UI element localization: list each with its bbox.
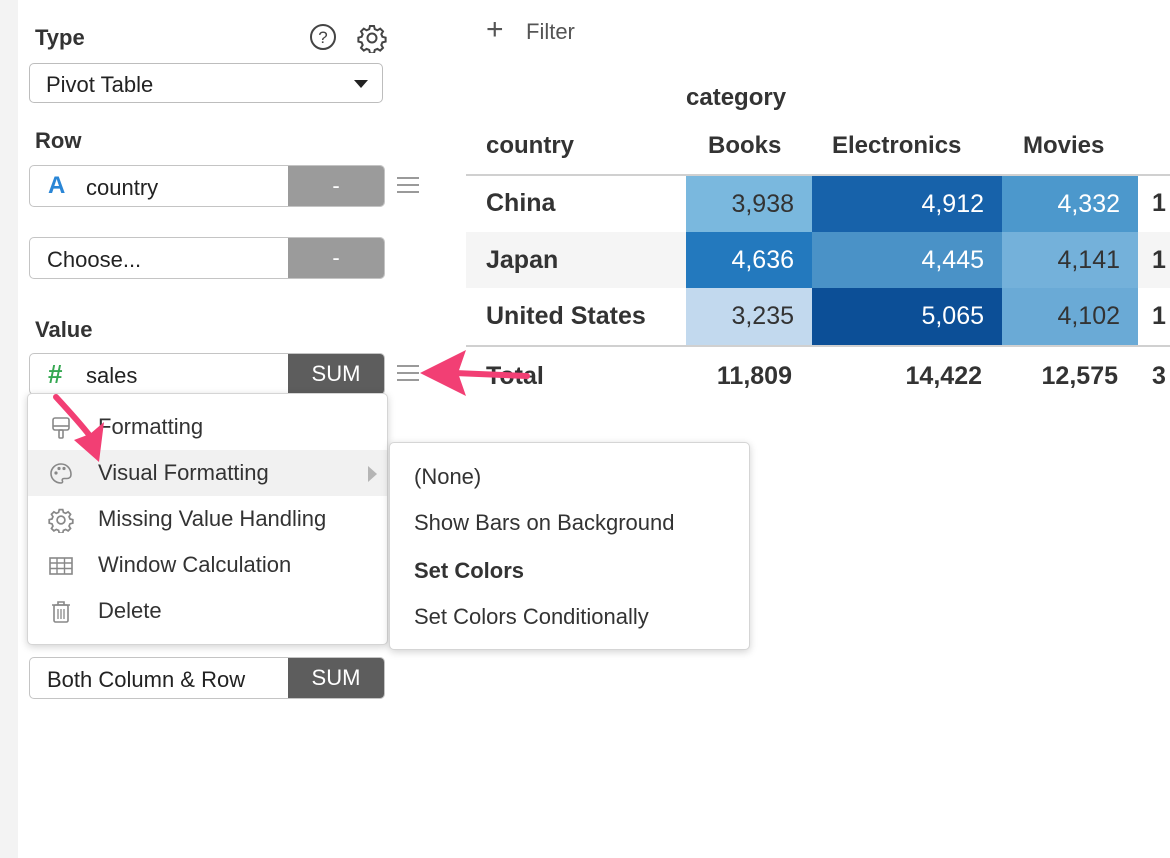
- plus-icon: +: [486, 13, 504, 46]
- menu-item-missing-value-handling[interactable]: Missing Value Handling: [28, 496, 387, 542]
- svg-text:?: ?: [318, 28, 327, 47]
- settings-gear-icon[interactable]: [357, 23, 387, 53]
- table-cell: 4,102: [1002, 288, 1138, 345]
- table-cell: 4,912: [812, 176, 1002, 232]
- aggregation-button[interactable]: SUM: [288, 354, 384, 394]
- menu-item-label: Missing Value Handling: [98, 506, 327, 531]
- pivot-table: category country Books Electronics Movie…: [466, 80, 1170, 420]
- submenu-arrow-icon: [368, 466, 377, 482]
- value-field-sales[interactable]: # sales SUM: [29, 353, 385, 395]
- row-field-menu-icon[interactable]: [397, 177, 419, 195]
- total-field-label: Both Column & Row: [47, 667, 246, 692]
- table-cell: 3,938: [686, 176, 812, 232]
- row-label: United States: [486, 302, 646, 330]
- menu-item-visual-formatting[interactable]: Visual Formatting: [28, 450, 387, 496]
- submenu-item-show-bars[interactable]: Show Bars on Background: [414, 510, 675, 536]
- submenu-item-set-colors[interactable]: Set Colors: [414, 558, 524, 584]
- row-field-country[interactable]: A country -: [29, 165, 385, 207]
- total-divider: [466, 345, 1170, 347]
- submenu-item-none[interactable]: (None): [414, 464, 481, 490]
- table-cell: 3,235: [686, 288, 812, 345]
- menu-item-window-calculation[interactable]: Window Calculation: [28, 542, 387, 588]
- row-header: country: [486, 132, 575, 159]
- left-edge-strip: [0, 0, 18, 858]
- table-cell: 5,065: [812, 288, 1002, 345]
- filter-label: Filter: [526, 19, 575, 44]
- column-header-electronics: Electronics: [832, 132, 962, 159]
- table-icon: [49, 557, 73, 575]
- table-cell: 4,445: [812, 232, 1002, 288]
- column-group-header: category: [686, 84, 787, 111]
- menu-item-delete[interactable]: Delete: [28, 588, 387, 634]
- overflow-glyph: 1: [1152, 246, 1166, 274]
- submenu-item-set-colors-conditionally[interactable]: Set Colors Conditionally: [414, 604, 649, 630]
- text-type-icon: A: [48, 172, 66, 199]
- total-movies: 12,575: [1041, 362, 1118, 390]
- total-electronics: 14,422: [905, 362, 982, 390]
- column-header-books: Books: [708, 132, 782, 159]
- column-header-movies: Movies: [1023, 132, 1105, 159]
- row-label: Japan: [486, 246, 559, 274]
- paintbrush-icon: [52, 417, 70, 439]
- overflow-glyph: 3: [1152, 362, 1166, 390]
- menu-item-formatting[interactable]: Formatting: [28, 404, 387, 450]
- value-field-label: sales: [86, 363, 138, 388]
- row-choose-label: Choose...: [47, 247, 142, 272]
- overflow-glyph: 1: [1152, 302, 1166, 330]
- remove-row-field-button[interactable]: -: [288, 166, 384, 206]
- total-field[interactable]: Both Column & Row SUM: [29, 657, 385, 699]
- total-label: Total: [486, 362, 544, 390]
- gear-icon: [48, 508, 74, 533]
- trash-icon: [52, 601, 70, 623]
- row-choose-field[interactable]: Choose... -: [29, 237, 385, 279]
- table-cell: 4,636: [686, 232, 812, 288]
- overflow-glyph: 1: [1152, 189, 1166, 217]
- chevron-down-icon: [354, 80, 368, 88]
- value-field-menu-icon[interactable]: [397, 365, 419, 383]
- menu-item-label: Formatting: [98, 414, 204, 439]
- table-cell: 4,332: [1002, 176, 1138, 232]
- menu-item-label: Window Calculation: [98, 552, 292, 577]
- row-label: China: [486, 189, 556, 217]
- chart-type-select[interactable]: Pivot Table: [29, 63, 383, 103]
- help-icon[interactable]: ?: [309, 23, 337, 51]
- table-cell: 4,141: [1002, 232, 1138, 288]
- row-title: Row: [35, 128, 82, 153]
- palette-icon: [50, 463, 72, 484]
- value-title: Value: [35, 317, 93, 342]
- visual-formatting-submenu: (None) Show Bars on Background Set Color…: [389, 442, 750, 650]
- row-field-label: country: [86, 175, 159, 200]
- total-aggregation-button[interactable]: SUM: [288, 658, 384, 698]
- menu-item-label: Visual Formatting: [98, 460, 269, 485]
- number-type-icon: #: [48, 359, 63, 389]
- value-field-context-menu: Formatting Visual Formatting Missing Val…: [27, 393, 388, 645]
- remove-row-choose-button[interactable]: -: [288, 238, 384, 278]
- type-title: Type: [35, 25, 85, 50]
- menu-item-label: Delete: [98, 598, 162, 623]
- chart-type-value: Pivot Table: [46, 72, 154, 97]
- total-books: 11,809: [716, 362, 792, 390]
